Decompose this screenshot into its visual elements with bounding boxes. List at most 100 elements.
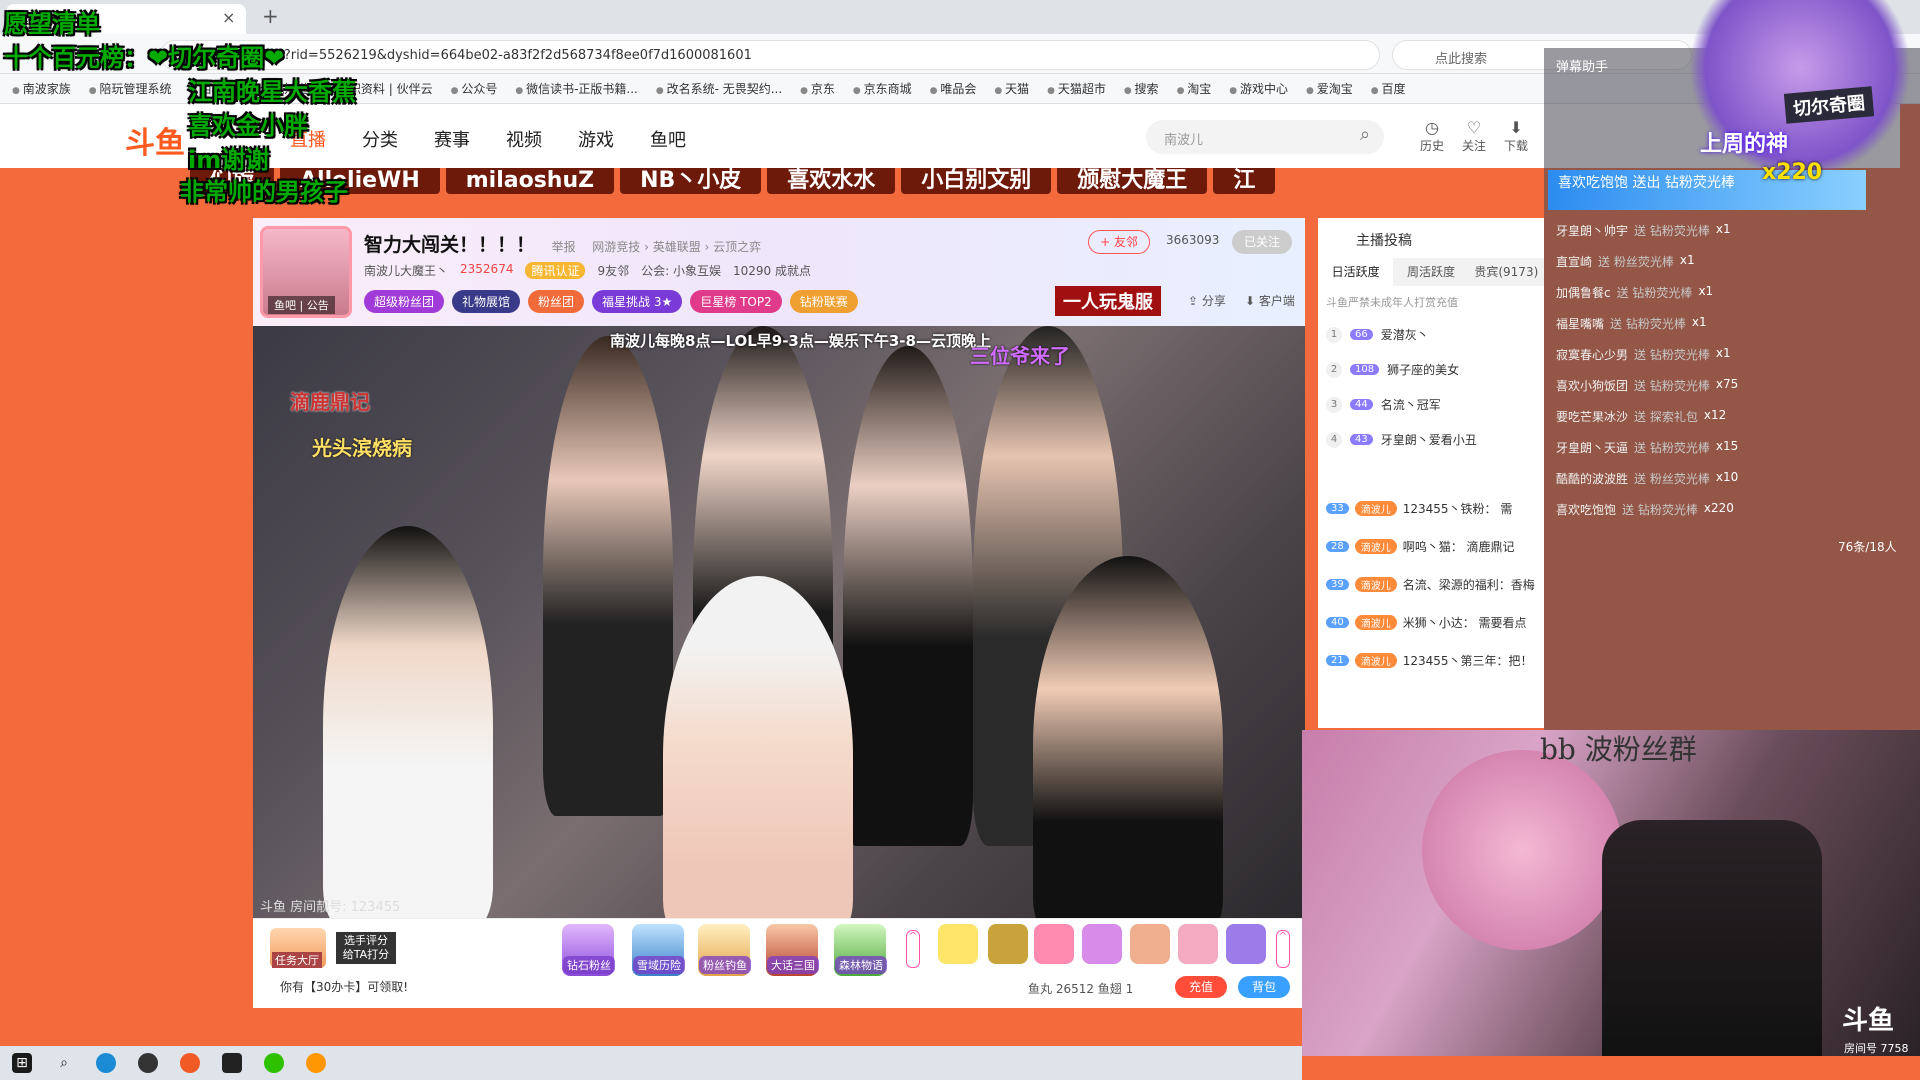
recharge-button[interactable]: 充值 [1175,976,1227,998]
douyu-app-icon[interactable] [180,1053,200,1073]
bookmark-item[interactable]: 改名系统- 无畏契约... [656,80,783,97]
room-badge[interactable]: 礼物展馆 [452,290,521,313]
gift-count: x15 [1715,439,1739,453]
share-button[interactable]: ⇪ 分享 [1188,292,1226,309]
search-icon[interactable]: ⌕ [54,1053,74,1073]
search-icon[interactable]: ⌕ [1360,124,1370,145]
bookmark-item[interactable]: 搜索 [1124,80,1159,97]
fan-badge: 滴波儿 [1354,653,1397,668]
gift-item[interactable] [1034,924,1074,964]
report-link[interactable]: 举报 [552,240,576,254]
chat-text: 名流、梁源的福利：香梅 [1402,578,1535,592]
room-badge[interactable]: 超级粉丝团 [364,290,445,313]
header-icon-1[interactable]: ♡ 关注 [1462,118,1486,154]
rank-tab[interactable]: 日活跃度 [1318,258,1394,286]
nav-item[interactable]: 分类 [362,126,398,152]
rate-button[interactable]: 选手评分 给TA打分 [336,932,396,964]
gift-feed-row: 酷酷的波波胜送 粉丝荧光棒 x10 [1556,470,1738,487]
cam-room-id: 房间号 7758 [1844,1042,1909,1055]
nav-item[interactable]: 视频 [506,126,542,152]
room-badge[interactable]: 钻粉联赛 [789,290,858,313]
header-icon-2[interactable]: ⬇ 下载 [1504,118,1528,154]
anchor-submit-title[interactable]: 主播投稿 [1356,230,1412,250]
header-icon-0[interactable]: ◷ 历史 [1420,118,1444,154]
rank-row[interactable]: 1 66 爱潜灰丶 [1326,326,1429,343]
level-badge: 21 [1326,655,1349,666]
wechat-icon[interactable] [264,1053,284,1073]
rank-tag[interactable]: 小白别文别 [901,168,1052,194]
backpack-button[interactable]: 背包 [1238,976,1290,998]
app-icon[interactable] [306,1053,326,1073]
rank-tag[interactable]: 江 [1213,168,1276,194]
gift-name: 送 钻粉荧光棒 [1634,379,1710,393]
overlay-text: 非常帅的男孩子 [180,178,348,206]
rank-tag[interactable]: 颁慰大魔王 [1057,168,1208,194]
gift-item[interactable] [1130,924,1170,964]
gift-item[interactable] [1082,924,1122,964]
windows-start-icon[interactable]: ⊞ [12,1053,32,1073]
gift-item[interactable] [1178,924,1218,964]
rank-row[interactable]: 3 44 名流丶冠军 [1326,396,1441,413]
bookmark-item[interactable]: 天猫 [994,80,1029,97]
nav-item[interactable]: 游戏 [578,126,614,152]
nav-item[interactable]: 鱼吧 [650,126,686,152]
room-badge[interactable]: 粉丝团 [528,290,585,313]
bookmark-item[interactable]: 京东商城 [853,80,912,97]
bookmark-item[interactable]: 淘宝 [1177,80,1211,97]
gift-user: 加偶鲁餐c [1556,286,1611,300]
breadcrumb[interactable]: 网游竞技 › 英雄联盟 › 云顶之弈 [592,240,761,254]
obs-icon[interactable] [138,1053,158,1073]
site-search-input[interactable]: 南波儿 [1146,120,1384,154]
close-icon[interactable]: × [222,8,235,27]
gift-label: 森林物语 [835,956,887,974]
level-badge: 66 [1350,329,1373,340]
guild-name[interactable]: 公会: 小象互娱 [641,262,721,279]
claim-notice[interactable]: 你有【30办卡】可领取! [280,978,408,995]
bookmark-item[interactable]: 京东 [800,80,835,97]
scroll-up-icon[interactable]: ^ [1276,930,1290,968]
bookmark-item[interactable]: 微信读书-正版书籍... [515,80,638,97]
host-name[interactable]: 南波儿大魔王丶 [364,262,448,279]
rank-tag[interactable]: NB丶小皮 [620,168,762,194]
bookmark-item[interactable]: 天猫超市 [1047,80,1106,97]
rank-number: 3 [1326,396,1342,413]
bookmark-item[interactable]: 南波家族 [12,80,71,97]
bookmark-item[interactable]: 唯品会 [930,80,976,97]
ghost-banner[interactable]: 一人玩鬼服 [1055,286,1161,316]
room-title: 智力大闯关！！！！ 举报 网游竞技 › 英雄联盟 › 云顶之弈 [364,230,761,257]
bookmark-item[interactable]: 爱淘宝 [1306,80,1353,97]
bookmark-item[interactable]: 陪玩管理系统 [89,80,171,97]
bookmark-item[interactable]: 游戏中心 [1229,80,1288,97]
terminal-icon[interactable] [222,1053,242,1073]
level-badge: 39 [1326,579,1349,590]
douyu-logo[interactable]: 斗鱼 [125,118,185,162]
room-badge[interactable]: 福星挑战 3★ [592,290,683,313]
rank-tag[interactable]: 喜欢水水 [767,168,896,194]
followed-button[interactable]: 已关注 [1232,230,1292,254]
client-button[interactable]: ⬇ 客户端 [1245,292,1295,309]
bookmark-item[interactable]: 公众号 [451,80,497,97]
scroll-up-icon[interactable]: ^ [906,930,920,968]
room-badge[interactable]: 巨星榜 TOP2 [690,290,782,313]
url-input[interactable]: om/topic/NBJZ?rid=5526219&dyshid=664be02… [160,40,1380,70]
rank-tag[interactable]: milaoshuZ [445,168,615,194]
gift-count: x12 [1703,408,1727,422]
level-badge: 43 [1350,434,1373,445]
follow-button[interactable]: + 友邻 [1088,230,1150,254]
chat-text: 米狮丶小达： 需要看点 [1402,616,1527,630]
new-tab-icon[interactable]: + [262,4,279,28]
rank-tab[interactable]: 周活跃度 [1393,258,1469,286]
gift-item[interactable] [1226,924,1266,964]
rank-row[interactable]: 4 43 牙皇朗丶爱看小丑 [1326,431,1477,448]
avatar-label[interactable]: 鱼吧 | 公告 [268,296,335,314]
gift-item[interactable] [988,924,1028,964]
gift-label: 大话三国 [767,956,819,974]
nav-item[interactable]: 赛事 [434,126,470,152]
bookmark-item[interactable]: 百度 [1371,80,1405,97]
edge-icon[interactable] [96,1053,116,1073]
rank-row[interactable]: 2 108 狮子座的美女 [1326,361,1459,378]
gift-name: 送 钻粉荧光棒 [1634,348,1710,362]
gift-item[interactable] [938,924,978,964]
rank-tab[interactable]: 贵宾(9173) [1468,258,1544,286]
video-player[interactable] [253,326,1305,918]
